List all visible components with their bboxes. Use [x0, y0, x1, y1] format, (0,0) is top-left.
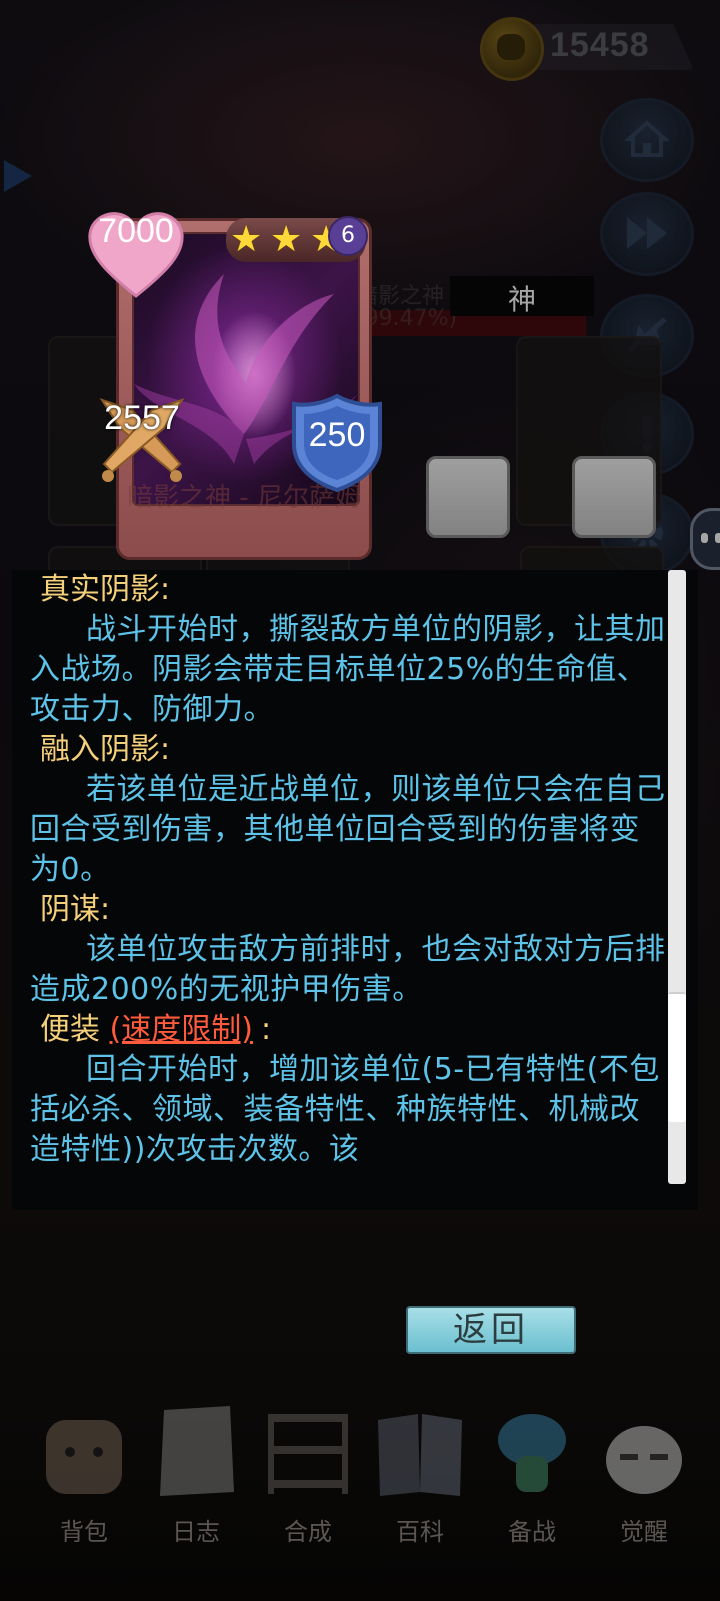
- skill-body: 战斗开始时，撕裂敌方单位的阴影，让其加入战场。阴影会带走目标单位25%的生命值、…: [30, 612, 666, 727]
- skill-body: 回合开始时，增加该单位(5-已有特性(不包括必杀、领域、装备特性、种族特性、机械…: [30, 1052, 660, 1167]
- awaken-icon: [606, 1426, 682, 1494]
- nav-label: 觉醒: [620, 1518, 668, 1546]
- defense-value: 250: [308, 416, 366, 454]
- skill-description-panel[interactable]: 真实阴影: 战斗开始时，撕裂敌方单位的阴影，让其加入战场。阴影会带走目标单位25%…: [12, 570, 698, 1210]
- return-button[interactable]: 返回: [406, 1306, 576, 1354]
- notebook-icon: [160, 1406, 234, 1496]
- skill-list: 真实阴影: 战斗开始时，撕裂敌方单位的阴影，让其加入战场。阴影会带走目标单位25%…: [30, 570, 670, 1170]
- skill-title: 真实阴影:: [40, 570, 670, 610]
- nav-label: 合成: [284, 1518, 332, 1546]
- nav-item-awaken[interactable]: 觉醒: [584, 1390, 704, 1560]
- workbench-icon: [268, 1414, 348, 1494]
- skill-tag-link[interactable]: (速度限制): [110, 1012, 253, 1047]
- card-name-area: 暗影之神 - 尼尔萨姆: [116, 480, 372, 560]
- skill-body: 若该单位是近战单位，则该单位只会在自己回合受到伤害，其他单位回合受到的伤害将变为…: [30, 772, 666, 887]
- nav-label: 日志: [172, 1518, 220, 1546]
- nav-label: 百科: [396, 1518, 444, 1546]
- hp-value: 7000: [98, 212, 174, 250]
- skill-name: 真实阴影:: [40, 572, 171, 607]
- nav-item-prepare[interactable]: 备战: [472, 1390, 592, 1560]
- skill-body: 该单位攻击敌方前排时，也会对敌对方后排造成200%的无视护甲伤害。: [30, 932, 666, 1007]
- skill-tag-suffix: :: [260, 1012, 272, 1047]
- attack-value: 2557: [104, 399, 180, 437]
- skill-name: 阴谋:: [40, 892, 111, 927]
- bottom-nav: 背包 日志 合成 百科 备战 觉醒: [0, 1390, 720, 1601]
- scrollbar-thumb[interactable]: [668, 992, 686, 1122]
- star-icon: ★: [270, 219, 303, 260]
- star-icon: ★: [230, 219, 263, 260]
- mushroom-icon: [498, 1414, 566, 1492]
- nav-item-log[interactable]: 日志: [136, 1390, 256, 1560]
- skill-title: 融入阴影:: [40, 730, 670, 770]
- backpack-icon: [46, 1420, 122, 1494]
- nav-item-backpack[interactable]: 背包: [24, 1390, 144, 1560]
- skill-title: 便装 (速度限制):: [40, 1010, 670, 1050]
- book-icon: [378, 1414, 462, 1496]
- skill-name: 融入阴影:: [40, 732, 171, 767]
- nav-item-encyclopedia[interactable]: 百科: [360, 1390, 480, 1560]
- nav-label: 备战: [508, 1518, 556, 1546]
- unit-card[interactable]: 暗影之神 - 尼尔萨姆 ★ ★ ★ 6 7000 2557 250: [88, 212, 382, 564]
- nav-label: 背包: [60, 1518, 108, 1546]
- skill-name: 便装: [40, 1012, 100, 1047]
- skill-title: 阴谋:: [40, 890, 670, 930]
- game-screen: 15458 暗影之神 - 尼尔萨姆 (99.47%): [0, 0, 720, 1601]
- nav-item-craft[interactable]: 合成: [248, 1390, 368, 1560]
- star-level-badge: 6: [328, 216, 368, 256]
